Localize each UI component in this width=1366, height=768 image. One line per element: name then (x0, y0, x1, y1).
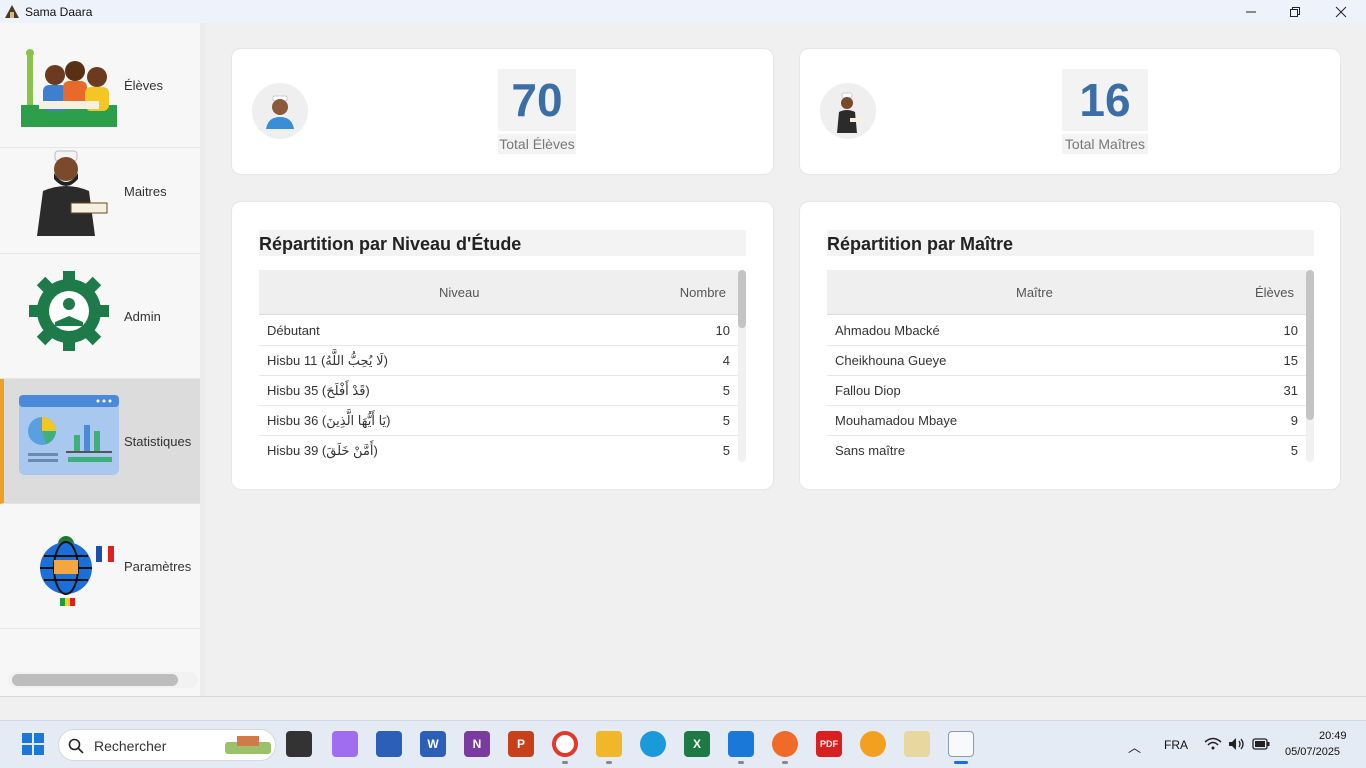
total-students-value: 70 (498, 69, 576, 131)
table-row[interactable]: Hisbu 35 (قَدْ أَفْلَحَ) 5 (259, 376, 738, 406)
globe-flags-icon (20, 516, 122, 616)
table-row[interactable]: Ahmadou Mbacké 10 (827, 316, 1306, 346)
column-header-niveau[interactable]: Niveau (439, 270, 479, 315)
sidebar-item-parametres[interactable]: Paramètres (0, 504, 200, 629)
table-row[interactable]: Mouhamadou Mbaye 9 (827, 406, 1306, 436)
column-header-nombre[interactable]: Nombre (680, 270, 726, 315)
taskbar-search[interactable]: Rechercher (58, 729, 276, 761)
teacher-distribution-card: Répartition par Maître Maître Élèves Ahm… (799, 201, 1341, 490)
volume-icon[interactable] (1228, 737, 1246, 751)
firefox-icon[interactable] (772, 731, 798, 757)
teacher-distribution-title: Répartition par Maître (827, 230, 1314, 256)
minimize-icon (1246, 11, 1256, 12)
app-psej-icon[interactable] (904, 731, 930, 757)
sidebar-item-statistiques[interactable]: Statistiques (0, 379, 200, 504)
onenote-icon[interactable]: N (464, 731, 490, 757)
wifi-icon[interactable] (1204, 737, 1222, 751)
window-title: Sama Daara (25, 4, 93, 19)
column-header-maitre[interactable]: Maître (1016, 270, 1053, 315)
table-row[interactable]: Hisbu 39 (أَمَّنْ خَلَقَ) 5 (259, 436, 738, 466)
search-highlight-icon (225, 736, 271, 754)
minimize-button[interactable] (1228, 0, 1274, 23)
copilot-icon[interactable] (332, 731, 358, 757)
search-placeholder: Rechercher (94, 738, 167, 754)
level-table-header: Niveau Nombre (259, 270, 738, 315)
taskbar: Rechercher W N P X PDF ︿ FRA 20:49 05/07… (0, 720, 1366, 768)
notepad-app-icon[interactable] (376, 731, 402, 757)
jupyter-icon[interactable] (860, 731, 886, 757)
main-content: 70 Total Élèves 16 Total Maîtres Réparti… (206, 23, 1366, 696)
table-row[interactable]: Cheikhouna Gueye 15 (827, 346, 1306, 376)
level-distribution-card: Répartition par Niveau d'Étude Niveau No… (231, 201, 774, 490)
firefox-running-indicator (782, 761, 788, 764)
edge-icon[interactable] (640, 731, 666, 757)
sidebar-item-maitres[interactable]: Maitres (0, 129, 200, 254)
teacher-avatar-icon (820, 83, 876, 139)
teacher-illustration-icon (27, 141, 129, 241)
table-row[interactable]: Hisbu 11 (لَا يُحِبُّ اللَّهُ) 4 (259, 346, 738, 376)
search-icon (68, 738, 84, 754)
vscode-icon[interactable] (728, 731, 754, 757)
table-row[interactable]: Fallou Diop 31 (827, 376, 1306, 406)
close-icon (1335, 6, 1347, 17)
restore-button[interactable] (1272, 0, 1318, 23)
teacher-table-scrollbar[interactable] (1306, 270, 1314, 420)
sidebar-item-label: Admin (124, 308, 161, 324)
clock-date[interactable]: 05/07/2025 (1285, 746, 1340, 758)
total-teachers-value: 16 (1062, 69, 1148, 131)
teacher-table-header: Maître Élèves (827, 270, 1306, 315)
explorer-running-indicator (606, 761, 612, 764)
sidebar: Élèves Maitres Admin Statistiques Paramè… (0, 23, 206, 696)
window-bottom-strip (0, 696, 1366, 720)
column-header-eleves[interactable]: Élèves (1255, 270, 1294, 315)
powerpoint-icon[interactable]: P (508, 731, 534, 757)
sidebar-item-label: Statistiques (124, 433, 192, 449)
battery-icon[interactable] (1252, 738, 1270, 750)
pdf-reader-icon[interactable]: PDF (816, 731, 842, 757)
table-row[interactable]: Débutant 10 (259, 316, 738, 346)
app-logo-icon (4, 4, 20, 20)
clock-time[interactable]: 20:49 (1319, 730, 1347, 742)
active-app-indicator (954, 761, 968, 764)
close-button[interactable] (1318, 0, 1364, 23)
admin-gear-icon (27, 266, 129, 366)
tray-overflow-chevron-icon[interactable]: ︿ (1128, 737, 1141, 756)
students-illustration-icon (17, 35, 119, 135)
total-teachers-caption: Total Maîtres (1062, 134, 1148, 154)
vscode-running-indicator (738, 761, 744, 764)
chrome-icon[interactable] (552, 731, 578, 757)
student-avatar-icon (252, 83, 308, 139)
windows-start-icon[interactable] (20, 731, 46, 757)
task-view-icon[interactable] (286, 731, 312, 757)
total-students-caption: Total Élèves (498, 134, 576, 154)
stat-card-students: 70 Total Élèves (231, 48, 774, 175)
sama-daara-taskbar-icon[interactable] (948, 731, 974, 757)
table-row[interactable]: Sans maître 5 (827, 436, 1306, 466)
sidebar-horizontal-scrollbar[interactable] (12, 674, 178, 686)
title-bar: Sama Daara (0, 0, 1366, 23)
file-explorer-icon[interactable] (596, 731, 622, 757)
table-row[interactable]: Hisbu 36 (يَا أَيُّهَا الَّذِينَ) 5 (259, 406, 738, 436)
restore-icon (1290, 6, 1300, 17)
sidebar-item-admin[interactable]: Admin (0, 254, 200, 379)
stat-card-teachers: 16 Total Maîtres (799, 48, 1341, 175)
excel-icon[interactable]: X (684, 731, 710, 757)
level-table-scrollbar[interactable] (738, 270, 746, 328)
sidebar-item-label: Élèves (124, 77, 164, 93)
statistics-chart-icon (18, 391, 120, 491)
sidebar-item-label: Paramètres (124, 558, 192, 574)
chrome-running-indicator (562, 761, 568, 764)
sidebar-item-label: Maitres (124, 183, 167, 199)
language-indicator[interactable]: FRA (1164, 738, 1188, 752)
level-distribution-title: Répartition par Niveau d'Étude (259, 230, 746, 256)
word-icon[interactable]: W (420, 731, 446, 757)
